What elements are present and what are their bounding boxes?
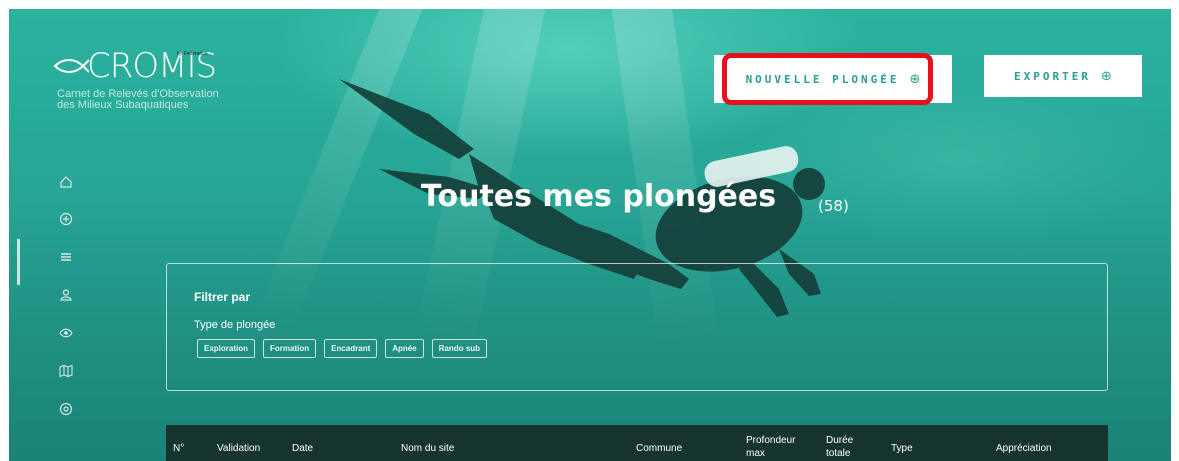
user-icon — [60, 289, 72, 301]
plus-circle-icon — [59, 212, 73, 226]
map-icon — [59, 364, 73, 378]
eye-icon — [59, 328, 73, 338]
column-header-date[interactable]: Date — [292, 442, 313, 455]
plus-circle-icon: ⊕ — [909, 71, 921, 87]
column-header-max-depth[interactable]: Profondeur max — [746, 434, 806, 460]
sidebar-item-add[interactable] — [49, 206, 83, 232]
column-header-validation[interactable]: Validation — [217, 442, 260, 455]
logo-subtitle-2: des Milieux Subaquatiques — [57, 99, 189, 111]
page-title: Toutes mes plongées — [421, 179, 777, 214]
filter-panel: Filtrer par Type de plongée Exploration … — [166, 263, 1108, 391]
chip-formation[interactable]: Formation — [263, 339, 317, 358]
column-header-rating[interactable]: Appréciation — [996, 442, 1052, 455]
export-label: EXPORTER — [1014, 69, 1092, 83]
dive-type-chips: Exploration Formation Encadrant Apnée Ra… — [197, 339, 488, 358]
sidebar-active-indicator — [17, 239, 20, 285]
chip-apnee[interactable]: Apnée — [385, 339, 424, 358]
filter-title: Filtrer par — [194, 290, 251, 304]
new-dive-label: NOUVELLE PLONGÉE — [745, 72, 900, 86]
fish-logo-icon — [53, 59, 89, 73]
dives-table-header: N° Validation Date Nom du site Commune P… — [166, 425, 1108, 461]
sidebar-item-observations[interactable] — [49, 320, 83, 346]
dive-count: (58) — [818, 197, 849, 215]
plus-circle-icon: ⊕ — [1101, 68, 1112, 84]
logo-tag: by Fédération — [177, 51, 208, 57]
location-pin-icon — [59, 402, 73, 416]
chip-exploration[interactable]: Exploration — [197, 339, 256, 358]
chip-rando-sub[interactable]: Rando sub — [431, 339, 488, 358]
sidebar-item-location[interactable] — [49, 396, 83, 422]
hero-background: CROMIS Carnet de Relevés d'Observation d… — [9, 9, 1171, 461]
sidebar-item-list[interactable] — [49, 244, 83, 270]
list-icon — [61, 253, 71, 261]
export-button[interactable]: EXPORTER ⊕ — [984, 55, 1142, 97]
column-header-site-name[interactable]: Nom du site — [401, 442, 454, 455]
sidebar-item-profile[interactable] — [49, 282, 83, 308]
column-header-total-duration[interactable]: Durée totale — [826, 434, 870, 460]
column-header-commune[interactable]: Commune — [636, 442, 682, 455]
column-header-type[interactable]: Type — [891, 442, 913, 455]
sidebar-item-home[interactable] — [49, 169, 83, 195]
dive-type-label: Type de plongée — [194, 319, 276, 331]
column-header-number[interactable]: N° — [173, 442, 184, 455]
chip-encadrant[interactable]: Encadrant — [324, 339, 378, 358]
sidebar-item-map[interactable] — [49, 358, 83, 384]
home-icon — [60, 176, 72, 188]
new-dive-button[interactable]: NOUVELLE PLONGÉE ⊕ — [714, 55, 952, 103]
logo[interactable]: CROMIS Carnet de Relevés d'Observation d… — [53, 49, 219, 111]
